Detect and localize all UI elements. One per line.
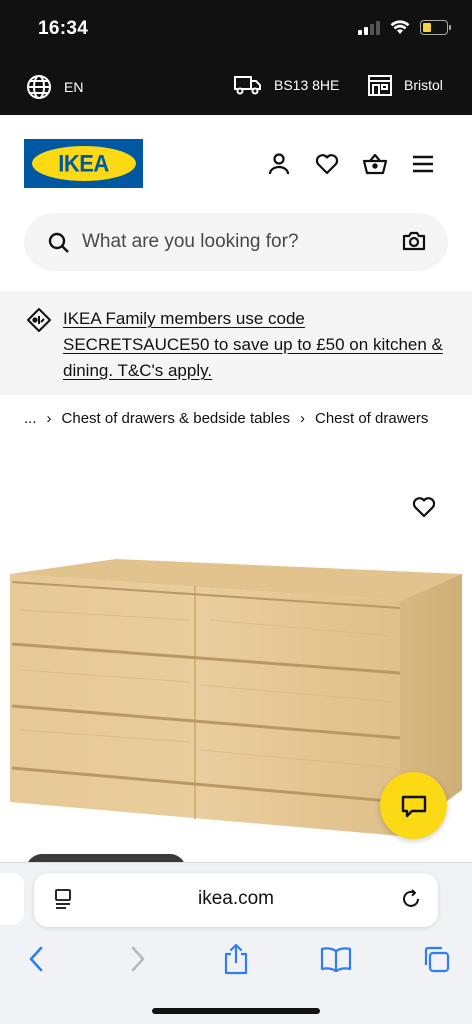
chat-icon [401,795,426,817]
signal-icon [358,20,380,35]
breadcrumb-ellipsis[interactable]: ... [24,410,37,427]
search-bar [24,213,448,271]
logo-text: IKEA [58,149,109,177]
browser-toolbar: ikea.com [0,862,472,1024]
store-selector[interactable]: Bristol [368,74,443,96]
site-header: IKEA [0,115,472,215]
share-icon[interactable] [220,943,252,975]
user-icon[interactable] [266,151,292,177]
chevron-right-icon: › [299,410,305,427]
bookmarks-icon[interactable] [320,943,352,975]
chat-button[interactable] [380,772,447,839]
browser-nav [0,939,472,979]
url-text: ikea.com [197,888,275,909]
header-actions [266,151,436,177]
breadcrumb-item[interactable]: Chest of drawers & bedside tables [62,410,290,427]
postcode-label: BS13 8HE [274,77,340,93]
language-selector[interactable]: EN [26,74,83,100]
postcode-selector[interactable]: BS13 8HE [234,74,339,96]
breadcrumb: ... › Chest of drawers & bedside tables … [24,410,428,427]
address-bar[interactable]: ikea.com [34,873,438,927]
store-icon [368,75,392,96]
back-icon[interactable] [20,943,52,975]
store-label: Bristol [404,77,443,93]
status-icons [358,20,451,35]
language-label: EN [64,79,84,95]
status-time: 16:34 [38,18,89,39]
tag-icon [27,308,51,332]
tabs-icon[interactable] [420,943,452,975]
info-bar: EN BS13 8HE Bristol [0,58,472,115]
search-input[interactable] [82,213,382,271]
search-icon [48,232,69,253]
previous-tab[interactable] [0,873,24,925]
forward-icon[interactable] [122,943,154,975]
reload-icon[interactable] [400,888,422,910]
wifi-icon [390,20,410,34]
globe-icon [27,75,51,99]
product-heart-icon[interactable] [412,496,436,523]
hamburger-icon[interactable] [410,151,436,177]
battery-icon [420,20,451,35]
status-bar: 16:34 [0,0,472,58]
basket-icon[interactable] [362,151,388,177]
heart-icon[interactable] [314,151,340,177]
promo-banner: IKEA Family members use code SECRETSAUCE… [0,291,472,395]
camera-icon[interactable] [402,230,426,252]
ikea-logo[interactable]: IKEA [24,139,143,188]
home-indicator[interactable] [152,1008,320,1014]
chevron-right-icon: › [46,410,52,427]
promo-link[interactable]: IKEA Family members use code SECRETSAUCE… [63,306,453,384]
breadcrumb-item-current[interactable]: Chest of drawers [315,410,428,427]
truck-icon [234,76,261,95]
